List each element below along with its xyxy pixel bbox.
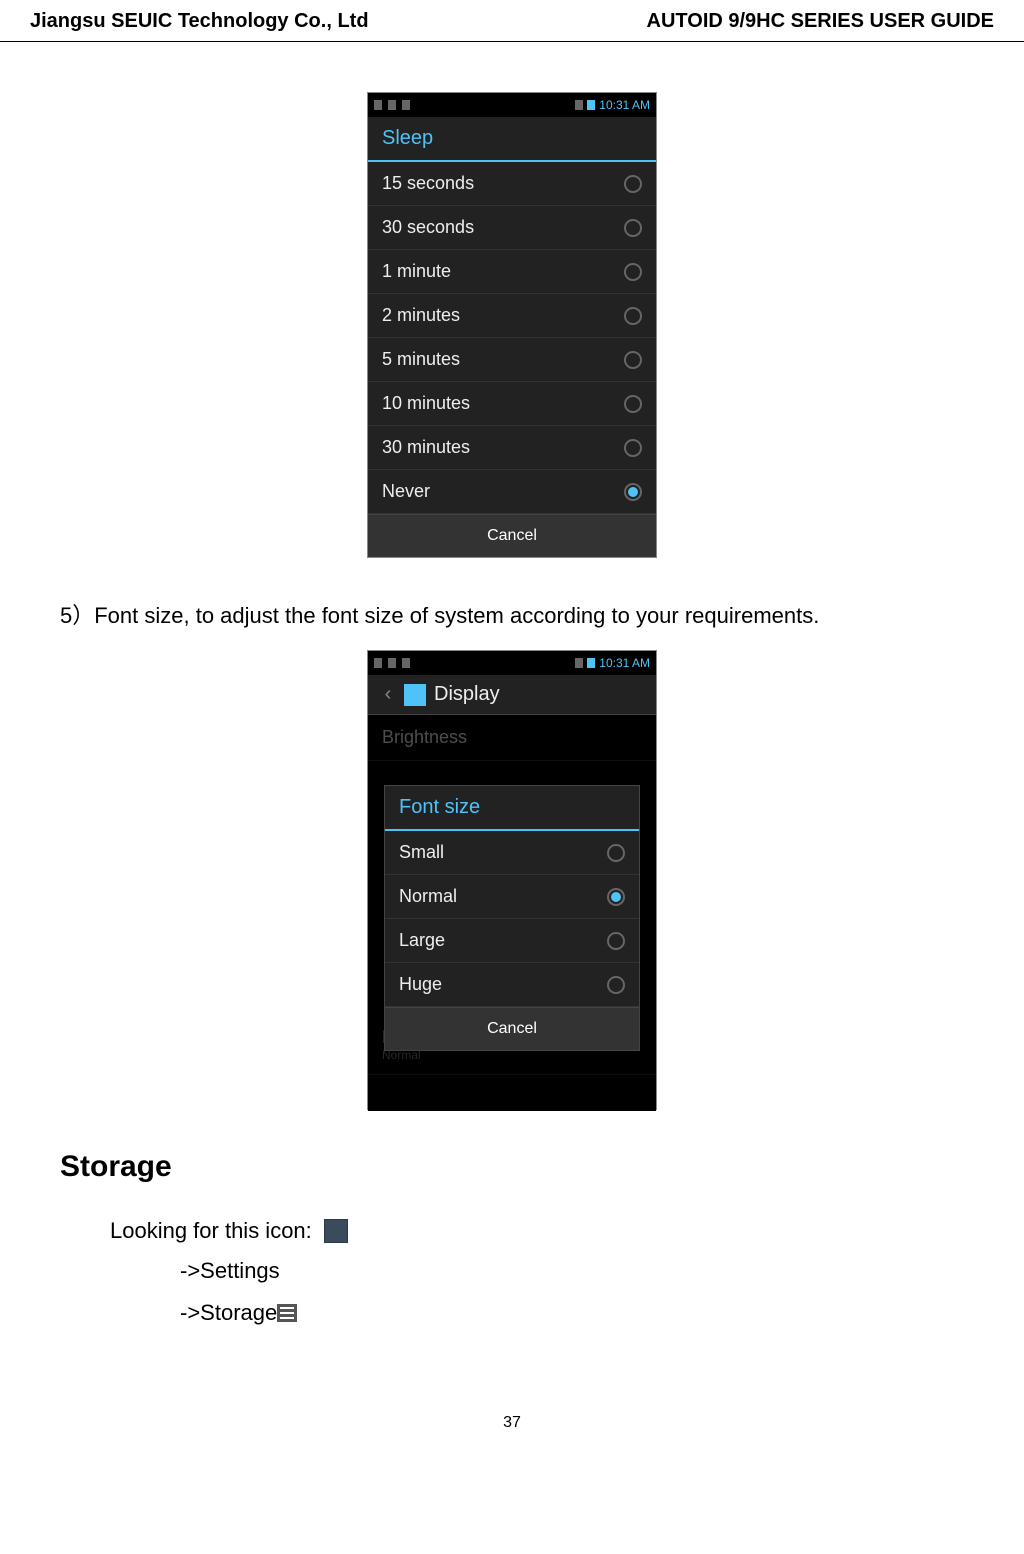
option-label: Huge xyxy=(399,974,442,995)
sleep-option[interactable]: 30 minutes xyxy=(368,426,656,470)
sleep-option[interactable]: Never xyxy=(368,470,656,514)
sleep-option[interactable]: 15 seconds xyxy=(368,162,656,206)
looking-for-line: Looking for this icon: xyxy=(110,1212,964,1250)
option-label: 1 minute xyxy=(382,261,451,282)
radio-icon xyxy=(624,263,642,281)
option-label: 15 seconds xyxy=(382,173,474,194)
cancel-button[interactable]: Cancel xyxy=(368,514,656,557)
option-label: 5 minutes xyxy=(382,349,460,370)
signal-icon xyxy=(575,658,583,668)
radio-icon xyxy=(607,976,625,994)
sleep-option[interactable]: 30 seconds xyxy=(368,206,656,250)
fontsize-screenshot: 10:31 AM ‹ Display Brightness Font size … xyxy=(367,650,657,1110)
fontsize-option[interactable]: Small xyxy=(385,831,639,875)
status-icon xyxy=(402,100,410,110)
radio-icon xyxy=(607,888,625,906)
status-icon xyxy=(388,658,396,668)
radio-icon xyxy=(624,219,642,237)
dialog-title: Sleep xyxy=(368,117,656,162)
option-label: Small xyxy=(399,842,444,863)
status-icon xyxy=(374,658,382,668)
step-storage-text: ->Storage xyxy=(180,1292,277,1334)
status-bar: 10:31 AM xyxy=(368,93,656,117)
dialog-title: Font size xyxy=(385,786,639,831)
radio-icon xyxy=(624,395,642,413)
status-icon xyxy=(374,100,382,110)
display-titlebar: ‹ Display xyxy=(368,675,656,715)
cancel-button[interactable]: Cancel xyxy=(385,1007,639,1050)
display-icon xyxy=(404,684,426,706)
header-left: Jiangsu SEUIC Technology Co., Ltd xyxy=(30,10,369,33)
option-label: 10 minutes xyxy=(382,393,470,414)
settings-app-icon xyxy=(324,1219,348,1243)
fontsize-option[interactable]: Normal xyxy=(385,875,639,919)
step-settings: ->Settings xyxy=(180,1250,964,1292)
storage-heading: Storage xyxy=(60,1150,964,1184)
looking-text: Looking for this icon: xyxy=(110,1212,312,1250)
page-number: 37 xyxy=(0,1414,1024,1432)
display-title: Display xyxy=(434,683,500,706)
status-bar: 10:31 AM xyxy=(368,651,656,675)
fontsize-dialog: Font size Small Normal Large Huge Ca xyxy=(384,785,640,1051)
status-clock: 10:31 AM xyxy=(599,656,650,670)
option-label: 30 minutes xyxy=(382,437,470,458)
option-label: Large xyxy=(399,930,445,951)
fontsize-option[interactable]: Large xyxy=(385,919,639,963)
step-settings-text: ->Settings xyxy=(180,1250,280,1292)
option-label: 30 seconds xyxy=(382,217,474,238)
radio-icon xyxy=(624,351,642,369)
radio-icon xyxy=(624,439,642,457)
battery-icon xyxy=(587,658,595,668)
storage-icon xyxy=(277,1304,297,1322)
status-icon xyxy=(388,100,396,110)
option-label: Never xyxy=(382,481,430,502)
status-clock: 10:31 AM xyxy=(599,98,650,112)
sleep-option[interactable]: 2 minutes xyxy=(368,294,656,338)
option-label: 2 minutes xyxy=(382,305,460,326)
radio-icon xyxy=(624,175,642,193)
radio-icon xyxy=(607,932,625,950)
body-step-5: 5）Font size, to adjust the font size of … xyxy=(60,598,964,630)
radio-icon xyxy=(624,483,642,501)
sleep-option[interactable]: 5 minutes xyxy=(368,338,656,382)
sleep-option[interactable]: 10 minutes xyxy=(368,382,656,426)
radio-icon xyxy=(624,307,642,325)
fontsize-option[interactable]: Huge xyxy=(385,963,639,1007)
sleep-screenshot: 10:31 AM Sleep 15 seconds 30 seconds 1 m… xyxy=(367,92,657,558)
step-storage: ->Storage xyxy=(180,1292,964,1334)
header-right: AUTOID 9/9HC SERIES USER GUIDE xyxy=(647,10,994,33)
back-icon[interactable]: ‹ xyxy=(372,683,404,706)
radio-icon xyxy=(607,844,625,862)
battery-icon xyxy=(587,100,595,110)
status-icon xyxy=(402,658,410,668)
sleep-option[interactable]: 1 minute xyxy=(368,250,656,294)
page-header: Jiangsu SEUIC Technology Co., Ltd AUTOID… xyxy=(0,10,1024,42)
signal-icon xyxy=(575,100,583,110)
option-label: Normal xyxy=(399,886,457,907)
